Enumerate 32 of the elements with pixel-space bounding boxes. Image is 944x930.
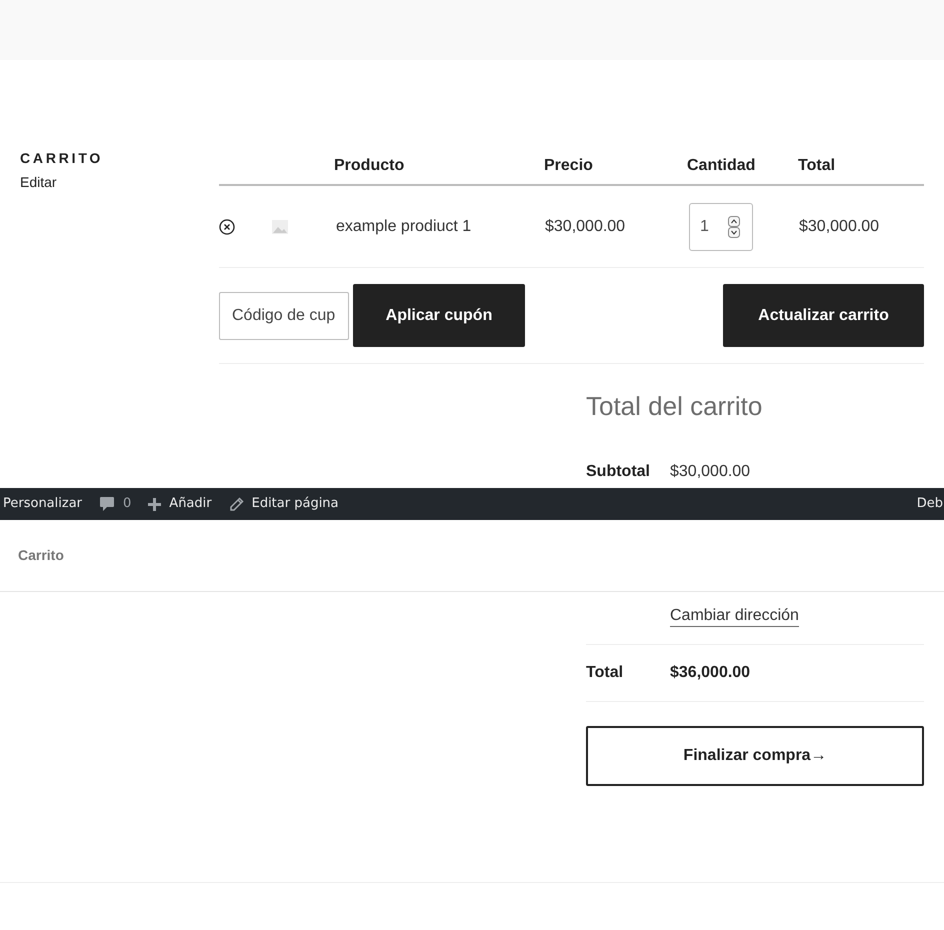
column-header: Precio (544, 156, 593, 176)
plus-icon (148, 498, 162, 510)
total-label: Total (586, 663, 624, 683)
subtotal-value: $30,000.00 (670, 462, 750, 482)
update-cart-button[interactable]: Actualizar carrito (723, 284, 924, 347)
subtotal-label: Subtotal (586, 462, 651, 482)
sticky-header-title: Carrito (18, 546, 64, 565)
admin-bar-item[interactable]: Añadir (148, 488, 229, 520)
column-header: Cantidad (687, 156, 756, 176)
total-value: $36,000.00 (670, 663, 750, 683)
change-address-link[interactable]: Cambiar dirección (670, 606, 799, 627)
price-text: $30,000.00 (545, 218, 626, 234)
edit-link[interactable]: Editar (20, 172, 219, 193)
line-total-text: $30,000.00 (799, 218, 880, 234)
admin-bar-item[interactable]: Editar página (228, 488, 356, 520)
admin-bar-item[interactable]: Deb (908, 494, 944, 514)
admin-bar-item[interactable]: Personalizar (0, 488, 100, 520)
comments-link[interactable]: 0 (99, 488, 148, 520)
coupon-field[interactable]: Código de cup (219, 292, 349, 340)
product-name[interactable]: example prodiuct 1 (336, 218, 472, 234)
page-heading: CARRITO (20, 149, 104, 168)
pencil-icon (228, 496, 244, 512)
speech-bubble-icon (99, 496, 116, 512)
cart-totals-title: Total del carrito (586, 390, 764, 422)
image-placeholder-icon (272, 220, 288, 234)
apply-coupon-button[interactable]: Aplicar cupón (353, 284, 525, 347)
checkout-button[interactable]: Finalizar compra→ (586, 726, 924, 786)
quantity-field[interactable]: 1 (689, 202, 753, 250)
spinner-icon[interactable] (728, 216, 740, 238)
remove-icon[interactable] (219, 218, 235, 234)
column-header: Producto (334, 156, 404, 176)
column-header: Total (798, 156, 836, 176)
